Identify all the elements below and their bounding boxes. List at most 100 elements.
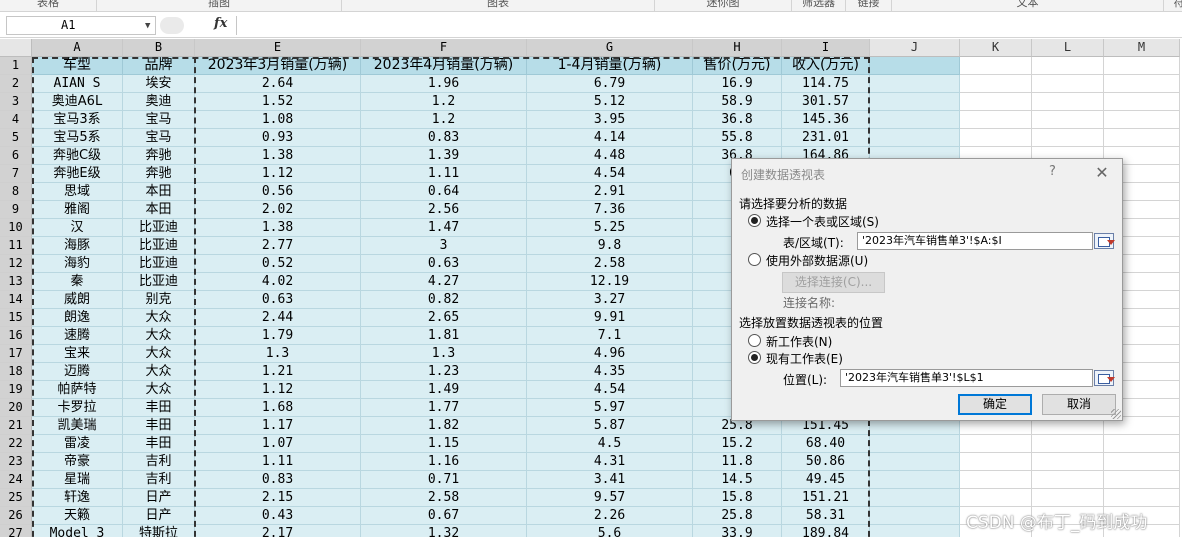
data-cell[interactable]: 12.19 — [527, 273, 693, 291]
data-cell[interactable] — [1104, 435, 1180, 453]
row-header[interactable]: 24 — [0, 471, 32, 489]
data-cell[interactable]: 1.32 — [361, 525, 527, 537]
data-cell[interactable] — [1104, 489, 1180, 507]
row-header[interactable]: 14 — [0, 291, 32, 309]
header-cell[interactable]: 收入(万元) — [782, 57, 870, 75]
data-cell[interactable]: 1.38 — [195, 147, 361, 165]
data-cell[interactable]: 58.31 — [782, 507, 870, 525]
data-cell[interactable]: 日产 — [123, 507, 195, 525]
data-cell[interactable]: 2.58 — [527, 255, 693, 273]
row-header[interactable]: 12 — [0, 255, 32, 273]
data-cell[interactable]: 2.26 — [527, 507, 693, 525]
data-cell[interactable]: 雷凌 — [32, 435, 123, 453]
location-input[interactable]: '2023年汽车销售单3'!$L$1 — [840, 369, 1093, 387]
data-cell[interactable]: 大众 — [123, 309, 195, 327]
row-header[interactable]: 13 — [0, 273, 32, 291]
data-cell[interactable]: 宝马 — [123, 129, 195, 147]
header-cell[interactable] — [1104, 57, 1180, 75]
data-cell[interactable]: 231.01 — [782, 129, 870, 147]
column-header-M[interactable]: M — [1104, 39, 1180, 57]
data-cell[interactable]: 轩逸 — [32, 489, 123, 507]
data-cell[interactable] — [960, 75, 1032, 93]
data-cell[interactable] — [870, 93, 960, 111]
data-cell[interactable]: 威朗 — [32, 291, 123, 309]
data-cell[interactable]: 海豚 — [32, 237, 123, 255]
data-cell[interactable]: 特斯拉 — [123, 525, 195, 537]
data-cell[interactable]: 1.11 — [195, 453, 361, 471]
data-cell[interactable]: 本田 — [123, 183, 195, 201]
data-cell[interactable]: 15.8 — [693, 489, 782, 507]
row-header[interactable]: 22 — [0, 435, 32, 453]
data-cell[interactable]: 0.52 — [195, 255, 361, 273]
row-header[interactable]: 25 — [0, 489, 32, 507]
data-cell[interactable]: 2.44 — [195, 309, 361, 327]
radio-external-source-label[interactable]: 使用外部数据源(U) — [766, 252, 868, 269]
data-cell[interactable]: 2.15 — [195, 489, 361, 507]
data-cell[interactable] — [960, 129, 1032, 147]
header-cell[interactable]: 1-4月销量(万辆) — [527, 57, 693, 75]
radio-existing-worksheet-label[interactable]: 现有工作表(E) — [766, 350, 843, 367]
data-cell[interactable]: 比亚迪 — [123, 273, 195, 291]
data-cell[interactable]: 2.64 — [195, 75, 361, 93]
row-header[interactable]: 23 — [0, 453, 32, 471]
header-cell[interactable]: 2023年3月销量(万辆) — [195, 57, 361, 75]
data-cell[interactable] — [870, 75, 960, 93]
radio-table-range-label[interactable]: 选择一个表或区域(S) — [766, 213, 879, 230]
data-cell[interactable]: 1.79 — [195, 327, 361, 345]
data-cell[interactable] — [960, 489, 1032, 507]
data-cell[interactable]: 1.2 — [361, 93, 527, 111]
data-cell[interactable] — [960, 111, 1032, 129]
data-cell[interactable]: 1.17 — [195, 417, 361, 435]
data-cell[interactable]: 1.38 — [195, 219, 361, 237]
data-cell[interactable]: 迈腾 — [32, 363, 123, 381]
data-cell[interactable]: 凯美瑞 — [32, 417, 123, 435]
data-cell[interactable] — [1032, 435, 1104, 453]
data-cell[interactable] — [1104, 129, 1180, 147]
row-header[interactable]: 1 — [0, 57, 32, 75]
column-header-J[interactable]: J — [870, 39, 960, 57]
row-header[interactable]: 6 — [0, 147, 32, 165]
data-cell[interactable]: 大众 — [123, 327, 195, 345]
header-cell[interactable] — [960, 57, 1032, 75]
insert-function-icon[interactable]: fx — [214, 16, 227, 31]
data-cell[interactable]: 3.41 — [527, 471, 693, 489]
row-header[interactable]: 10 — [0, 219, 32, 237]
column-header-H[interactable]: H — [693, 39, 782, 57]
data-cell[interactable] — [960, 435, 1032, 453]
radio-existing-worksheet[interactable] — [748, 351, 761, 364]
choose-connection-button[interactable]: 选择连接(C)... — [782, 272, 885, 293]
data-cell[interactable]: 1.39 — [361, 147, 527, 165]
cancel-button[interactable]: 取消 — [1042, 394, 1116, 415]
data-cell[interactable]: 0.63 — [361, 255, 527, 273]
data-cell[interactable] — [870, 489, 960, 507]
data-cell[interactable] — [870, 453, 960, 471]
data-cell[interactable]: 9.57 — [527, 489, 693, 507]
column-header-I[interactable]: I — [782, 39, 870, 57]
data-cell[interactable]: 卡罗拉 — [32, 399, 123, 417]
data-cell[interactable] — [1032, 93, 1104, 111]
data-cell[interactable]: 145.36 — [782, 111, 870, 129]
data-cell[interactable]: 1.3 — [361, 345, 527, 363]
data-cell[interactable]: 大众 — [123, 345, 195, 363]
close-icon[interactable]: ✕ — [1092, 163, 1112, 182]
data-cell[interactable]: 2.02 — [195, 201, 361, 219]
data-cell[interactable]: 9.8 — [527, 237, 693, 255]
data-cell[interactable]: 1.12 — [195, 165, 361, 183]
row-header[interactable]: 17 — [0, 345, 32, 363]
data-cell[interactable]: 114.75 — [782, 75, 870, 93]
data-cell[interactable] — [1104, 111, 1180, 129]
header-cell[interactable]: 售价(万元) — [693, 57, 782, 75]
column-header-A[interactable]: A — [32, 39, 123, 57]
data-cell[interactable]: 3 — [361, 237, 527, 255]
data-cell[interactable]: 33.9 — [693, 525, 782, 537]
row-header[interactable]: 5 — [0, 129, 32, 147]
data-cell[interactable]: 1.2 — [361, 111, 527, 129]
data-cell[interactable]: 4.54 — [527, 381, 693, 399]
data-cell[interactable]: 0.56 — [195, 183, 361, 201]
data-cell[interactable]: 天籁 — [32, 507, 123, 525]
data-cell[interactable]: 吉利 — [123, 471, 195, 489]
data-cell[interactable]: 0.67 — [361, 507, 527, 525]
data-cell[interactable]: 151.21 — [782, 489, 870, 507]
row-header[interactable]: 4 — [0, 111, 32, 129]
data-cell[interactable]: 1.12 — [195, 381, 361, 399]
